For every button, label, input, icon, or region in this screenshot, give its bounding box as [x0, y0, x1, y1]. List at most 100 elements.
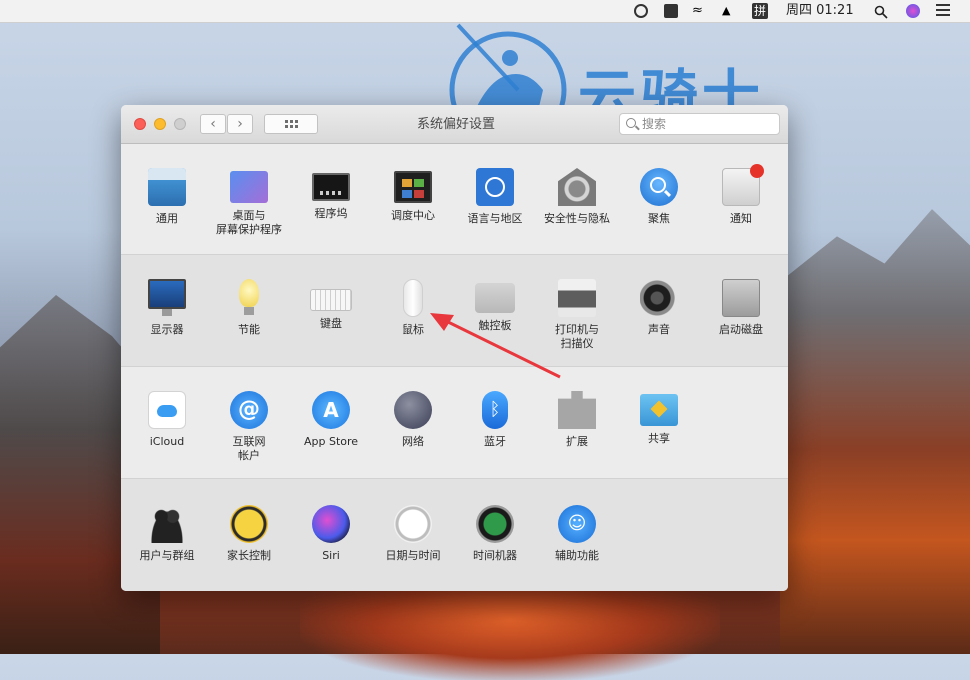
- search-field[interactable]: 搜索: [619, 113, 780, 135]
- users-groups-icon: [148, 505, 186, 543]
- pane-label: 辅助功能: [555, 549, 599, 562]
- window-title: 系统偏好设置: [416, 117, 495, 132]
- siri-menubar-icon[interactable]: [906, 4, 920, 18]
- pane-dock[interactable]: 程序坞: [290, 168, 372, 221]
- pane-label: 键盘: [320, 317, 342, 330]
- preferences-section-personal: 通用 桌面与 屏幕保护程序 程序坞 调度中心 语言与地区 安全性与隐私 聚焦 通…: [121, 144, 788, 254]
- search-placeholder: 搜索: [642, 117, 667, 131]
- internet-accounts-icon: [230, 391, 268, 429]
- pane-label: 共享: [648, 432, 670, 445]
- pane-siri[interactable]: Siri: [290, 505, 372, 563]
- pane-app-store[interactable]: App Store: [290, 391, 372, 449]
- window-titlebar: ‹ › 系统偏好设置 搜索: [121, 105, 788, 144]
- pane-accessibility[interactable]: 辅助功能: [536, 505, 618, 563]
- forward-button[interactable]: ›: [227, 114, 253, 134]
- notification-center-icon[interactable]: [936, 4, 950, 18]
- pane-general[interactable]: 通用: [126, 168, 208, 226]
- pane-language-region[interactable]: 语言与地区: [454, 168, 536, 226]
- zoom-button[interactable]: [174, 118, 186, 130]
- pane-extensions[interactable]: 扩展: [536, 391, 618, 449]
- close-button[interactable]: [134, 118, 146, 130]
- pane-keyboard[interactable]: 键盘: [290, 279, 372, 331]
- pane-desktop-screensaver[interactable]: 桌面与 屏幕保护程序: [208, 168, 290, 237]
- pane-label: 蓝牙: [484, 435, 506, 448]
- app-store-icon: [312, 391, 350, 429]
- security-privacy-icon: [558, 168, 596, 206]
- pane-displays[interactable]: 显示器: [126, 279, 208, 337]
- pane-internet-accounts[interactable]: 互联网 帐户: [208, 391, 290, 463]
- pane-label: 家长控制: [227, 549, 271, 562]
- pane-startup-disk[interactable]: 启动磁盘: [700, 279, 782, 337]
- pane-sound[interactable]: 声音: [618, 279, 700, 337]
- siri-icon: [312, 505, 350, 543]
- pane-network[interactable]: 网络: [372, 391, 454, 449]
- pane-label: 时间机器: [473, 549, 517, 562]
- pane-label: 日期与时间: [385, 549, 441, 562]
- pane-label: App Store: [303, 435, 359, 448]
- search-icon: [626, 118, 636, 128]
- preferences-section-system: 用户与群组 家长控制 Siri 日期与时间 时间机器 辅助功能: [121, 478, 788, 591]
- pane-date-time[interactable]: 日期与时间: [372, 505, 454, 563]
- spotlight-search-icon[interactable]: [874, 4, 888, 19]
- pane-label: 网络: [402, 435, 424, 448]
- pane-label: 聚焦: [648, 212, 670, 225]
- date-time-icon: [394, 505, 432, 543]
- accessibility-icon: [558, 505, 596, 543]
- mission-control-icon: [394, 171, 432, 203]
- pane-notifications[interactable]: 通知: [700, 164, 782, 226]
- pane-security-privacy[interactable]: 安全性与隐私: [536, 168, 618, 226]
- menubar-clock[interactable]: 周四 01:21: [786, 0, 854, 22]
- pane-label: 互联网 帐户: [232, 435, 266, 462]
- pane-label: 调度中心: [391, 209, 435, 222]
- pane-users-groups[interactable]: 用户与群组: [126, 505, 208, 563]
- pane-label: 声音: [648, 323, 670, 336]
- input-method-indicator[interactable]: 拼: [752, 3, 769, 19]
- dock-icon: [312, 173, 350, 201]
- back-button[interactable]: ‹: [200, 114, 226, 134]
- pane-label: 用户与群组: [139, 549, 195, 562]
- icloud-icon: [148, 391, 186, 429]
- eject-icon[interactable]: ▲: [722, 4, 736, 18]
- wifi-icon[interactable]: ≈: [692, 4, 706, 18]
- desktop-screensaver-icon: [230, 171, 268, 203]
- pane-label: 扩展: [566, 435, 588, 448]
- pane-time-machine[interactable]: 时间机器: [454, 505, 536, 563]
- pane-mission-control[interactable]: 调度中心: [372, 168, 454, 223]
- annotation-arrow: [430, 313, 561, 379]
- desktop-wallpaper-mountain-right: [780, 209, 970, 654]
- show-all-button[interactable]: [264, 114, 318, 134]
- pane-label: 桌面与 屏幕保护程序: [216, 209, 282, 236]
- wps-icon[interactable]: [664, 4, 678, 18]
- pane-label: Siri: [322, 549, 340, 562]
- notifications-icon: [722, 164, 764, 206]
- pane-label: iCloud: [149, 435, 185, 448]
- extensions-icon: [558, 391, 596, 429]
- bluetooth-icon: [482, 391, 508, 429]
- pane-bluetooth[interactable]: 蓝牙: [454, 391, 536, 449]
- pane-icloud[interactable]: iCloud: [126, 391, 208, 449]
- pane-sharing[interactable]: 共享: [618, 391, 700, 446]
- sharing-icon: [640, 394, 678, 426]
- pane-label: 程序坞: [314, 207, 348, 220]
- language-region-icon: [476, 168, 514, 206]
- time-machine-icon: [476, 505, 514, 543]
- spotlight-icon: [640, 168, 678, 206]
- screen-record-icon[interactable]: [634, 4, 648, 18]
- pane-label: 通知: [730, 212, 752, 225]
- keyboard-icon: [310, 289, 352, 311]
- menu-bar: ≈ ▲ 拼 周四 01:21: [0, 0, 970, 23]
- pane-parental-controls[interactable]: 家长控制: [208, 505, 290, 563]
- pane-spotlight[interactable]: 聚焦: [618, 168, 700, 226]
- pane-label: 语言与地区: [467, 212, 523, 225]
- energy-saver-icon: [239, 279, 259, 315]
- pane-label: 启动磁盘: [719, 323, 763, 336]
- general-icon: [148, 168, 186, 206]
- network-icon: [394, 391, 432, 429]
- sound-icon: [640, 279, 678, 317]
- displays-icon: [148, 279, 186, 316]
- startup-disk-icon: [722, 279, 760, 317]
- pane-label: 通用: [156, 212, 178, 225]
- pane-label: 安全性与隐私: [544, 212, 610, 225]
- minimize-button[interactable]: [154, 118, 166, 130]
- pane-energy-saver[interactable]: 节能: [208, 279, 290, 337]
